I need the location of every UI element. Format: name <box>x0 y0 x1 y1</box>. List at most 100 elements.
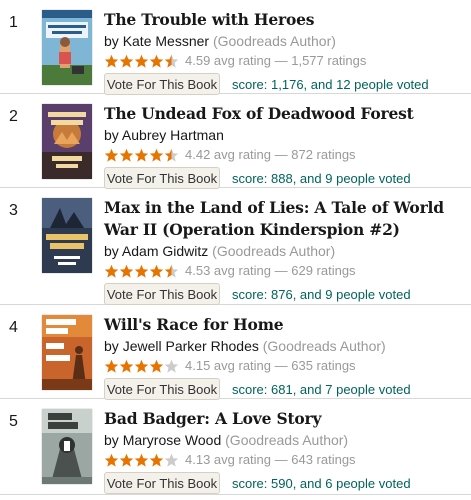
list-item: 1 The Trouble with Heroes by Kate Messne… <box>0 0 471 95</box>
score-value[interactable]: score: 1,176 <box>232 77 304 92</box>
list-item: 4 Will's Race for Home by Jewell Parker … <box>0 305 471 400</box>
author-name[interactable]: Aubrey Hartman <box>122 127 224 143</box>
rank-number: 2 <box>9 108 18 125</box>
score-text: score: 590, and 6 people voted <box>232 476 411 491</box>
book-cover[interactable] <box>42 409 92 484</box>
star-icon <box>119 54 134 68</box>
star-rating <box>104 264 179 279</box>
rank-number: 1 <box>9 14 18 31</box>
score-text: score: 888, and 9 people voted <box>232 171 411 186</box>
star-icon <box>149 54 164 68</box>
star-icon <box>134 148 149 162</box>
cover-art-image <box>42 104 92 179</box>
star-icon <box>119 453 134 467</box>
author-name[interactable]: Jewell Parker Rhodes <box>123 338 259 354</box>
list-item: 3 Max in the Land of Lies: A Tale of Wor… <box>0 188 471 305</box>
book-title[interactable]: Bad Badger: A Love Story <box>104 408 467 430</box>
score-and: , and <box>303 76 333 92</box>
star-rating <box>104 359 179 374</box>
vote-for-this-book-button[interactable]: Vote For This Book <box>104 283 220 305</box>
book-cover[interactable] <box>42 198 92 273</box>
star-icon <box>134 359 149 373</box>
book-cover[interactable] <box>42 315 92 390</box>
star-icon <box>134 54 149 68</box>
star-icon <box>164 453 179 467</box>
vote-for-this-book-button[interactable]: Vote For This Book <box>104 378 220 400</box>
star-icon <box>119 148 134 162</box>
star-icon <box>164 359 179 373</box>
goodreads-author-tag: (Goodreads Author) <box>212 33 336 49</box>
vote-for-this-book-button[interactable]: Vote For This Book <box>104 167 220 189</box>
voters-link[interactable]: 12 people voted <box>336 77 429 92</box>
star-rating <box>104 453 179 468</box>
goodreads-author-tag: (Goodreads Author) <box>262 338 386 354</box>
star-icon <box>104 148 119 162</box>
author-name[interactable]: Maryrose Wood <box>123 432 222 448</box>
author-name[interactable]: Kate Messner <box>123 33 209 49</box>
star-icon <box>149 359 164 373</box>
star-icon <box>104 54 119 68</box>
star-icon <box>149 148 164 162</box>
goodreads-author-tag: (Goodreads Author) <box>225 432 349 448</box>
score-text: score: 681, and 7 people voted <box>232 382 411 397</box>
by-label: by <box>104 432 119 448</box>
list-item: 5 Bad Badger: A Love Story by Maryrose W… <box>0 399 471 495</box>
star-icon <box>164 148 179 162</box>
star-rating <box>104 148 179 163</box>
rank-number: 3 <box>9 202 18 219</box>
score-value[interactable]: score: 590 <box>232 476 293 491</box>
score-value[interactable]: score: 888 <box>232 171 293 186</box>
book-title[interactable]: The Undead Fox of Deadwood Forest <box>104 103 467 125</box>
score-value[interactable]: score: 681 <box>232 382 293 397</box>
author-line: by Maryrose Wood (Goodreads Author) <box>104 430 467 450</box>
voters-link[interactable]: 9 people voted <box>325 171 410 186</box>
list-item: 2 The Undead Fox of Deadwood Forest by A… <box>0 94 471 189</box>
cover-art-image <box>42 10 92 85</box>
book-title[interactable]: Will's Race for Home <box>104 314 467 336</box>
rating-text: 4.13 avg rating — 643 ratings <box>185 452 356 467</box>
voters-link[interactable]: 9 people voted <box>325 287 410 302</box>
voters-link[interactable]: 6 people voted <box>325 476 410 491</box>
rating-text: 4.59 avg rating — 1,577 ratings <box>185 53 367 68</box>
author-line: by Jewell Parker Rhodes (Goodreads Autho… <box>104 336 467 356</box>
score-and: , and <box>292 170 322 186</box>
author-line: by Adam Gidwitz (Goodreads Author) <box>104 241 467 261</box>
rating-line: 4.59 avg rating — 1,577 ratings <box>104 51 467 71</box>
book-info: Bad Badger: A Love Story by Maryrose Woo… <box>104 408 467 494</box>
score-and: , and <box>292 381 322 397</box>
book-cover[interactable] <box>42 104 92 179</box>
author-name[interactable]: Adam Gidwitz <box>122 243 208 259</box>
rank-number: 4 <box>9 319 18 336</box>
vote-row: Vote For This Book score: 1,176, and 12 … <box>104 73 467 95</box>
rating-line: 4.53 avg rating — 629 ratings <box>104 261 467 281</box>
star-icon <box>104 359 119 373</box>
book-cover[interactable] <box>42 10 92 85</box>
by-label: by <box>104 33 119 49</box>
book-info: Will's Race for Home by Jewell Parker Rh… <box>104 314 467 400</box>
book-list: 1 The Trouble with Heroes by Kate Messne… <box>0 0 471 495</box>
cover-art-image <box>42 409 92 484</box>
vote-row: Vote For This Book score: 876, and 9 peo… <box>104 283 467 305</box>
goodreads-author-tag: (Goodreads Author) <box>212 243 336 259</box>
score-text: score: 876, and 9 people voted <box>232 287 411 302</box>
star-icon <box>164 54 179 68</box>
star-icon <box>164 264 179 278</box>
score-and: , and <box>292 475 322 491</box>
star-icon <box>149 453 164 467</box>
voters-link[interactable]: 7 people voted <box>325 382 410 397</box>
rating-text: 4.42 avg rating — 872 ratings <box>185 147 356 162</box>
star-icon <box>119 264 134 278</box>
vote-for-this-book-button[interactable]: Vote For This Book <box>104 73 220 95</box>
book-info: The Undead Fox of Deadwood Forest by Aub… <box>104 103 467 189</box>
rating-text: 4.53 avg rating — 629 ratings <box>185 263 356 278</box>
rating-text: 4.15 avg rating — 635 ratings <box>185 358 356 373</box>
vote-row: Vote For This Book score: 681, and 7 peo… <box>104 378 467 400</box>
star-icon <box>134 264 149 278</box>
vote-for-this-book-button[interactable]: Vote For This Book <box>104 472 220 494</box>
by-label: by <box>104 127 119 143</box>
rating-line: 4.15 avg rating — 635 ratings <box>104 356 467 376</box>
book-title[interactable]: The Trouble with Heroes <box>104 9 467 31</box>
rating-line: 4.13 avg rating — 643 ratings <box>104 450 467 470</box>
book-title[interactable]: Max in the Land of Lies: A Tale of World… <box>104 197 467 241</box>
score-value[interactable]: score: 876 <box>232 287 293 302</box>
